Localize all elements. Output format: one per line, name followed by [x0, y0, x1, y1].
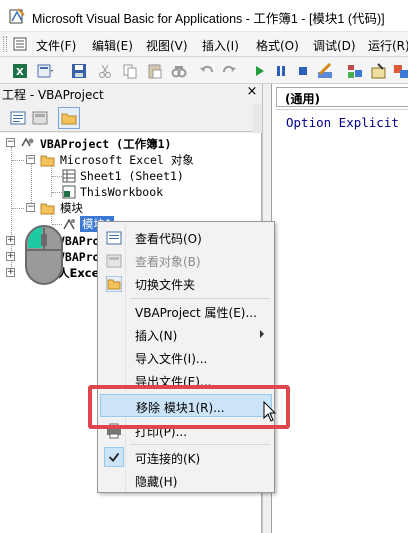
- menu-file[interactable]: 文件(F): [36, 37, 76, 54]
- modules-expander[interactable]: −: [26, 203, 35, 212]
- menu-label: 导入文件(I)...: [135, 352, 208, 366]
- menu-item-project-properties[interactable]: VBAProject 属性(E)...: [100, 300, 272, 323]
- view-code-icon: [106, 231, 122, 245]
- view-code-icon[interactable]: [10, 110, 26, 126]
- project-explorer-header: 工程 - VBAProject ×: [0, 84, 262, 102]
- find-icon[interactable]: [170, 62, 188, 80]
- toggle-folders-button[interactable]: [58, 107, 80, 129]
- excel-icon[interactable]: X: [12, 62, 30, 80]
- highlight-annotation: [88, 385, 290, 429]
- code-line[interactable]: Option Explicit: [286, 115, 399, 130]
- menu-separator: [130, 298, 270, 299]
- title-bar: Microsoft Visual Basic for Applications …: [0, 0, 408, 32]
- object-browser-icon[interactable]: [392, 62, 408, 80]
- view-object-icon[interactable]: [32, 110, 48, 126]
- menu-label: 插入(N): [135, 329, 178, 343]
- worksheet-icon: [62, 169, 76, 183]
- menu-item-insert[interactable]: 插入(N): [100, 323, 272, 346]
- save-icon[interactable]: [70, 62, 88, 80]
- tree-root[interactable]: VBAProject (工作簿1): [40, 136, 171, 152]
- menu-label: 查看对象(B): [135, 255, 201, 269]
- properties-icon[interactable]: [370, 62, 388, 80]
- menu-label: 隐藏(H): [135, 475, 178, 489]
- tree-thisworkbook[interactable]: ThisWorkbook: [80, 184, 163, 200]
- menu-edit[interactable]: 编辑(E): [92, 37, 133, 54]
- menu-item-toggle-folders[interactable]: 切换文件夹: [100, 272, 272, 295]
- code-divider: [276, 109, 408, 110]
- menu-label: VBAProject 属性(E)...: [135, 306, 257, 320]
- menu-grip: [3, 36, 7, 52]
- excel-objects-expander[interactable]: −: [26, 155, 35, 164]
- break-icon[interactable]: [272, 62, 290, 80]
- document-icon[interactable]: [13, 37, 27, 51]
- svg-text:X: X: [16, 67, 24, 78]
- menu-insert[interactable]: 插入(I): [202, 37, 239, 54]
- root-expander[interactable]: −: [6, 138, 15, 147]
- mouse-right-click-icon: [25, 225, 63, 285]
- vba-project-icon: [21, 137, 34, 147]
- paste-icon[interactable]: [146, 62, 164, 80]
- window-title: Microsoft Visual Basic for Applications …: [32, 12, 385, 26]
- mouse-cursor-icon: [263, 401, 277, 422]
- menu-bar: 文件(F) 编辑(E) 视图(V) 插入(I) 格式(O) 调试(D) 运行(R…: [0, 32, 408, 57]
- tree-excel-objects-folder[interactable]: Microsoft Excel 对象: [60, 152, 194, 168]
- view-object-icon: [106, 254, 122, 268]
- menu-separator: [130, 444, 270, 445]
- project-explorer-toolbar: [0, 104, 262, 132]
- menu-item-view-code[interactable]: 查看代码(O): [100, 226, 272, 249]
- menu-item-hide[interactable]: 隐藏(H): [100, 469, 272, 492]
- menu-view[interactable]: 视图(V): [146, 37, 188, 54]
- folder-icon: [61, 113, 77, 125]
- menu-item-dockable[interactable]: 可连接的(K): [100, 446, 272, 469]
- check-icon: [104, 447, 124, 467]
- object-combo[interactable]: (通用): [276, 87, 408, 107]
- close-icon[interactable]: ×: [245, 85, 259, 99]
- vba-app-icon: [9, 8, 25, 24]
- cut-icon[interactable]: [96, 62, 114, 80]
- standard-toolbar: X: [0, 58, 408, 84]
- project3-expander[interactable]: +: [6, 252, 15, 261]
- project2-expander[interactable]: +: [6, 236, 15, 245]
- menu-debug[interactable]: 调试(D): [313, 37, 356, 54]
- project-explorer-icon[interactable]: [346, 62, 364, 80]
- tree-sheet1[interactable]: Sheet1 (Sheet1): [80, 168, 184, 184]
- redo-icon[interactable]: [220, 62, 238, 80]
- module-icon: [63, 218, 75, 230]
- project-explorer-title: 工程 - VBAProject: [2, 88, 104, 102]
- run-icon[interactable]: [250, 62, 268, 80]
- copy-icon[interactable]: [121, 62, 139, 80]
- menu-label: 查看代码(O): [135, 232, 202, 246]
- menu-run[interactable]: 运行(R): [368, 37, 408, 54]
- design-mode-icon[interactable]: [316, 62, 334, 80]
- folder-icon: [40, 155, 55, 167]
- code-window: (通用) Option Explicit: [271, 84, 408, 533]
- context-menu: 查看代码(O) 查看对象(B) 切换文件夹 VBAProject 属性(E)..…: [97, 221, 275, 493]
- insert-module-icon[interactable]: [36, 62, 54, 80]
- menu-item-import-file[interactable]: 导入文件(I)...: [100, 346, 272, 369]
- submenu-arrow-icon: [260, 330, 264, 338]
- reset-icon[interactable]: [294, 62, 312, 80]
- menu-item-view-object: 查看对象(B): [100, 249, 272, 272]
- menu-format[interactable]: 格式(O): [256, 37, 299, 54]
- undo-icon[interactable]: [198, 62, 216, 80]
- project4-expander[interactable]: +: [6, 268, 15, 277]
- toggle-folders-icon: [106, 276, 122, 292]
- menu-label: 可连接的(K): [135, 452, 201, 466]
- workbook-icon: [62, 185, 76, 199]
- menu-label: 切换文件夹: [135, 278, 196, 292]
- folder-icon: [40, 203, 55, 215]
- tree-modules-folder[interactable]: 模块: [60, 200, 83, 216]
